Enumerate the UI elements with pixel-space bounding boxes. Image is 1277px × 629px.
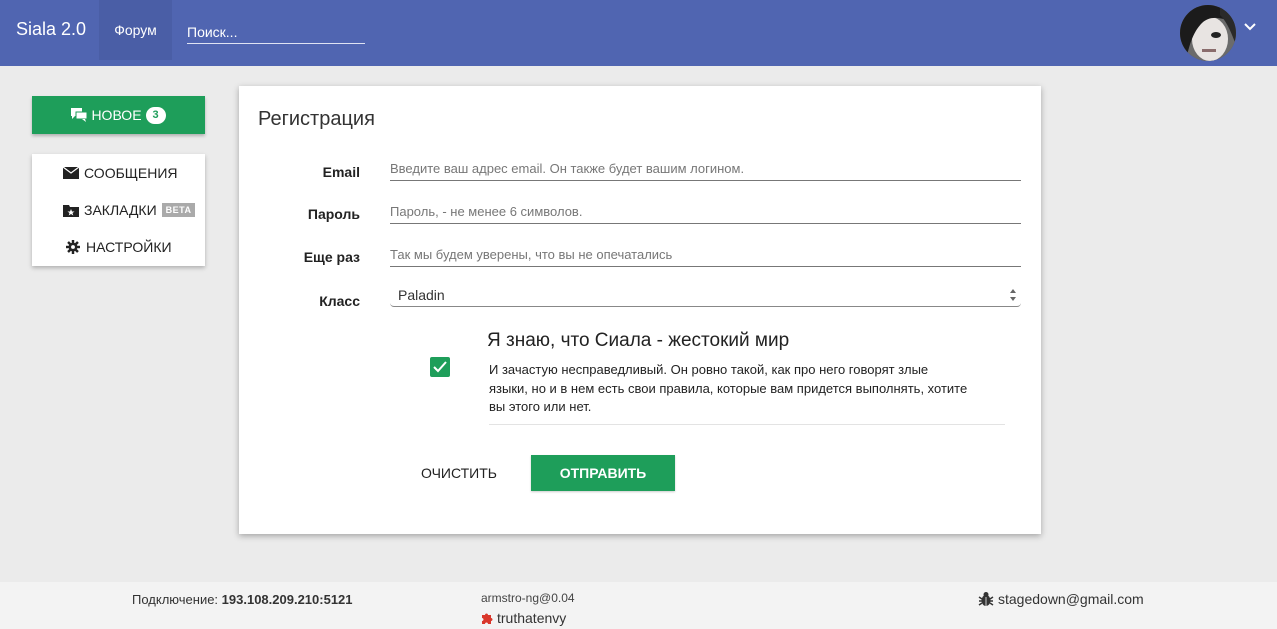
email-label: Email	[322, 164, 360, 180]
agree-checkbox[interactable]	[430, 357, 450, 377]
sidebar-menu: СООБЩЕНИЯ ЗАКЛАДКИ BETA НАСТРОЙКИ	[32, 154, 205, 266]
select-arrows-icon	[1010, 289, 1016, 301]
gear-icon	[66, 240, 80, 254]
beta-badge: BETA	[161, 203, 196, 217]
password-label: Пароль	[307, 206, 360, 222]
new-button-label: НОВОЕ	[91, 107, 142, 123]
nav-forum-tab[interactable]: Форум	[99, 0, 172, 60]
divider	[489, 424, 1005, 425]
connection-label: Подключение:	[132, 592, 219, 607]
agree-title: Я знаю, что Сиала - жестокий мир	[487, 330, 790, 351]
new-button[interactable]: НОВОЕ 3	[32, 96, 205, 134]
search-input[interactable]	[187, 21, 365, 44]
sidebar-item-label: СООБЩЕНИЯ	[84, 165, 178, 181]
chevron-down-icon[interactable]	[1242, 19, 1258, 35]
avatar[interactable]	[1180, 5, 1236, 61]
version-text: armstro-ng@0.04	[481, 591, 575, 605]
footer-user[interactable]: truthatenvy	[481, 610, 566, 626]
bug-icon	[978, 592, 994, 606]
sidebar-item-messages[interactable]: СООБЩЕНИЯ	[32, 161, 205, 185]
envelope-icon	[63, 166, 79, 179]
class-select-value: Paladin	[398, 287, 445, 303]
page-title: Регистрация	[258, 108, 375, 130]
new-count-badge: 3	[145, 106, 166, 124]
sidebar-item-label: НАСТРОЙКИ	[86, 239, 172, 255]
class-select[interactable]: Paladin	[390, 284, 1021, 307]
sidebar-item-settings[interactable]: НАСТРОЙКИ	[32, 235, 205, 259]
footer-email[interactable]: stagedown@gmail.com	[978, 591, 1144, 607]
agree-description: И зачастую несправедливый. Он ровно тако…	[489, 362, 968, 414]
connection-address: 193.108.209.210:5121	[221, 592, 353, 607]
chat-icon	[71, 108, 88, 122]
connection-info: Подключение: 193.108.209.210:5121	[132, 592, 353, 607]
puzzle-icon	[482, 613, 493, 624]
footer-username: truthatenvy	[497, 610, 567, 626]
password-repeat-label: Еще раз	[303, 249, 360, 265]
sidebar-item-label: ЗАКЛАДКИ	[84, 202, 157, 218]
password-repeat-field[interactable]	[390, 243, 1021, 267]
clear-button[interactable]: ОЧИСТИТЬ	[404, 456, 514, 490]
footer: Подключение: 193.108.209.210:5121 armstr…	[0, 582, 1277, 629]
checkmark-icon	[433, 361, 447, 373]
registration-card: Регистрация Email Пароль Еще раз Класс P…	[239, 86, 1041, 534]
brand-logo[interactable]: Siala 2.0	[16, 19, 86, 40]
class-label: Класс	[319, 293, 360, 309]
sidebar-item-bookmarks[interactable]: ЗАКЛАДКИ BETA	[32, 198, 205, 222]
bookmark-folder-icon	[63, 205, 79, 217]
email-field[interactable]	[390, 157, 1021, 181]
submit-button[interactable]: ОТПРАВИТЬ	[531, 455, 675, 491]
password-field[interactable]	[390, 200, 1021, 224]
footer-email-text: stagedown@gmail.com	[998, 591, 1144, 607]
top-navbar: Siala 2.0 Форум	[0, 0, 1277, 66]
